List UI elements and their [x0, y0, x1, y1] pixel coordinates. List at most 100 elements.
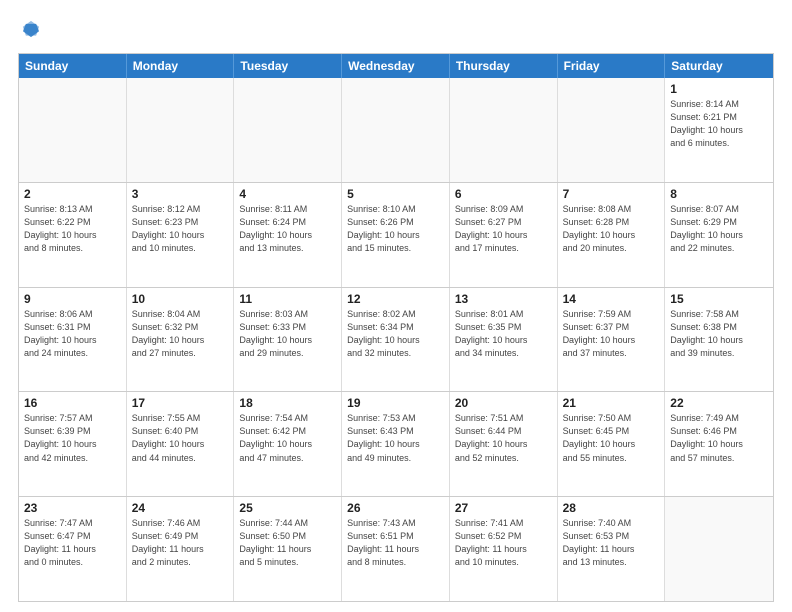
day-number: 14: [563, 292, 660, 306]
cal-cell: 12 Sunrise: 8:02 AM Sunset: 6:34 PM Dayli…: [342, 288, 450, 392]
day-info: Sunrise: 7:43 AM Sunset: 6:51 PM Dayligh…: [347, 517, 444, 569]
cal-header-friday: Friday: [558, 54, 666, 78]
cal-cell: 22 Sunrise: 7:49 AM Sunset: 6:46 PM Dayli…: [665, 392, 773, 496]
day-info: Sunrise: 8:01 AM Sunset: 6:35 PM Dayligh…: [455, 308, 552, 360]
cal-week-5: 23Sunrise: 7:47 AM Sunset: 6:47 PM Dayli…: [19, 497, 773, 601]
day-info: Sunrise: 8:03 AM Sunset: 6:33 PM Dayligh…: [239, 308, 336, 360]
cal-cell: 15 Sunrise: 7:58 AM Sunset: 6:38 PM Dayli…: [665, 288, 773, 392]
day-info: Sunrise: 8:09 AM Sunset: 6:27 PM Dayligh…: [455, 203, 552, 255]
cal-header-sunday: Sunday: [19, 54, 127, 78]
cal-cell: 11 Sunrise: 8:03 AM Sunset: 6:33 PM Dayli…: [234, 288, 342, 392]
cal-cell: [234, 78, 342, 182]
calendar-header: SundayMondayTuesdayWednesdayThursdayFrid…: [19, 54, 773, 78]
day-info: Sunrise: 8:12 AM Sunset: 6:23 PM Dayligh…: [132, 203, 229, 255]
day-info: Sunrise: 7:55 AM Sunset: 6:40 PM Dayligh…: [132, 412, 229, 464]
cal-week-3: 9 Sunrise: 8:06 AM Sunset: 6:31 PM Daylig…: [19, 288, 773, 393]
day-number: 28: [563, 501, 660, 515]
cal-cell: 23Sunrise: 7:47 AM Sunset: 6:47 PM Dayli…: [19, 497, 127, 601]
cal-header-wednesday: Wednesday: [342, 54, 450, 78]
day-number: 8: [670, 187, 768, 201]
day-info: Sunrise: 7:50 AM Sunset: 6:45 PM Dayligh…: [563, 412, 660, 464]
cal-cell: 5 Sunrise: 8:10 AM Sunset: 6:26 PM Daylig…: [342, 183, 450, 287]
cal-cell: 19 Sunrise: 7:53 AM Sunset: 6:43 PM Dayli…: [342, 392, 450, 496]
day-number: 1: [670, 82, 768, 96]
cal-cell: 16 Sunrise: 7:57 AM Sunset: 6:39 PM Dayli…: [19, 392, 127, 496]
day-number: 15: [670, 292, 768, 306]
cal-cell: 6 Sunrise: 8:09 AM Sunset: 6:27 PM Daylig…: [450, 183, 558, 287]
cal-week-1: 1Sunrise: 8:14 AM Sunset: 6:21 PM Daylig…: [19, 78, 773, 183]
cal-cell: [19, 78, 127, 182]
cal-cell: 17 Sunrise: 7:55 AM Sunset: 6:40 PM Dayli…: [127, 392, 235, 496]
day-number: 2: [24, 187, 121, 201]
cal-cell: 20 Sunrise: 7:51 AM Sunset: 6:44 PM Dayli…: [450, 392, 558, 496]
day-info: Sunrise: 8:10 AM Sunset: 6:26 PM Dayligh…: [347, 203, 444, 255]
cal-week-2: 2 Sunrise: 8:13 AM Sunset: 6:22 PM Daylig…: [19, 183, 773, 288]
day-number: 26: [347, 501, 444, 515]
day-number: 18: [239, 396, 336, 410]
day-info: Sunrise: 7:59 AM Sunset: 6:37 PM Dayligh…: [563, 308, 660, 360]
day-info: Sunrise: 7:40 AM Sunset: 6:53 PM Dayligh…: [563, 517, 660, 569]
day-info: Sunrise: 7:46 AM Sunset: 6:49 PM Dayligh…: [132, 517, 229, 569]
cal-cell: 18Sunrise: 7:54 AM Sunset: 6:42 PM Dayli…: [234, 392, 342, 496]
day-number: 25: [239, 501, 336, 515]
day-number: 5: [347, 187, 444, 201]
cal-cell: 4 Sunrise: 8:11 AM Sunset: 6:24 PM Daylig…: [234, 183, 342, 287]
cal-cell: 10Sunrise: 8:04 AM Sunset: 6:32 PM Dayli…: [127, 288, 235, 392]
cal-cell: 8 Sunrise: 8:07 AM Sunset: 6:29 PM Daylig…: [665, 183, 773, 287]
day-info: Sunrise: 7:44 AM Sunset: 6:50 PM Dayligh…: [239, 517, 336, 569]
day-number: 4: [239, 187, 336, 201]
day-info: Sunrise: 8:11 AM Sunset: 6:24 PM Dayligh…: [239, 203, 336, 255]
day-number: 16: [24, 396, 121, 410]
day-number: 9: [24, 292, 121, 306]
cal-cell: 7 Sunrise: 8:08 AM Sunset: 6:28 PM Daylig…: [558, 183, 666, 287]
cal-cell: 25 Sunrise: 7:44 AM Sunset: 6:50 PM Dayli…: [234, 497, 342, 601]
day-info: Sunrise: 7:58 AM Sunset: 6:38 PM Dayligh…: [670, 308, 768, 360]
day-info: Sunrise: 7:51 AM Sunset: 6:44 PM Dayligh…: [455, 412, 552, 464]
cal-header-monday: Monday: [127, 54, 235, 78]
day-number: 17: [132, 396, 229, 410]
cal-cell: [342, 78, 450, 182]
day-number: 10: [132, 292, 229, 306]
day-info: Sunrise: 8:06 AM Sunset: 6:31 PM Dayligh…: [24, 308, 121, 360]
cal-cell: 9 Sunrise: 8:06 AM Sunset: 6:31 PM Daylig…: [19, 288, 127, 392]
cal-cell: 2 Sunrise: 8:13 AM Sunset: 6:22 PM Daylig…: [19, 183, 127, 287]
cal-cell: 26 Sunrise: 7:43 AM Sunset: 6:51 PM Dayli…: [342, 497, 450, 601]
day-info: Sunrise: 8:08 AM Sunset: 6:28 PM Dayligh…: [563, 203, 660, 255]
cal-cell: [127, 78, 235, 182]
cal-cell: [558, 78, 666, 182]
day-info: Sunrise: 7:47 AM Sunset: 6:47 PM Dayligh…: [24, 517, 121, 569]
cal-cell: 21Sunrise: 7:50 AM Sunset: 6:45 PM Dayli…: [558, 392, 666, 496]
day-number: 20: [455, 396, 552, 410]
day-number: 6: [455, 187, 552, 201]
cal-week-4: 16 Sunrise: 7:57 AM Sunset: 6:39 PM Dayli…: [19, 392, 773, 497]
cal-header-thursday: Thursday: [450, 54, 558, 78]
header: [18, 18, 774, 45]
logo-icon: [20, 18, 42, 40]
calendar: SundayMondayTuesdayWednesdayThursdayFrid…: [18, 53, 774, 602]
day-number: 19: [347, 396, 444, 410]
day-info: Sunrise: 7:41 AM Sunset: 6:52 PM Dayligh…: [455, 517, 552, 569]
day-number: 7: [563, 187, 660, 201]
day-number: 12: [347, 292, 444, 306]
cal-cell: [665, 497, 773, 601]
day-info: Sunrise: 8:13 AM Sunset: 6:22 PM Dayligh…: [24, 203, 121, 255]
day-number: 22: [670, 396, 768, 410]
page: SundayMondayTuesdayWednesdayThursdayFrid…: [0, 0, 792, 612]
cal-cell: 24 Sunrise: 7:46 AM Sunset: 6:49 PM Dayli…: [127, 497, 235, 601]
day-info: Sunrise: 8:07 AM Sunset: 6:29 PM Dayligh…: [670, 203, 768, 255]
day-number: 24: [132, 501, 229, 515]
day-info: Sunrise: 7:53 AM Sunset: 6:43 PM Dayligh…: [347, 412, 444, 464]
cal-cell: [450, 78, 558, 182]
day-info: Sunrise: 8:02 AM Sunset: 6:34 PM Dayligh…: [347, 308, 444, 360]
cal-header-tuesday: Tuesday: [234, 54, 342, 78]
day-info: Sunrise: 7:49 AM Sunset: 6:46 PM Dayligh…: [670, 412, 768, 464]
cal-cell: 3Sunrise: 8:12 AM Sunset: 6:23 PM Daylig…: [127, 183, 235, 287]
cal-header-saturday: Saturday: [665, 54, 773, 78]
day-number: 11: [239, 292, 336, 306]
calendar-body: 1Sunrise: 8:14 AM Sunset: 6:21 PM Daylig…: [19, 78, 773, 601]
cal-cell: 14 Sunrise: 7:59 AM Sunset: 6:37 PM Dayli…: [558, 288, 666, 392]
cal-cell: 13 Sunrise: 8:01 AM Sunset: 6:35 PM Dayli…: [450, 288, 558, 392]
day-info: Sunrise: 7:57 AM Sunset: 6:39 PM Dayligh…: [24, 412, 121, 464]
logo: [18, 18, 42, 45]
day-number: 13: [455, 292, 552, 306]
